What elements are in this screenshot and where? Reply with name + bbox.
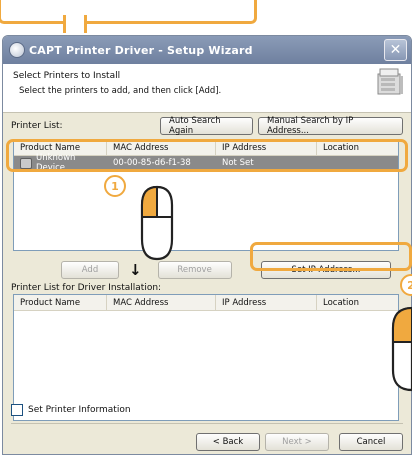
manual-search-button[interactable]: Manual Search by IP Address... [258,116,403,136]
cancel-button[interactable]: Cancel [339,433,403,451]
footer-divider [11,423,403,424]
printer-row-highlight [6,139,408,172]
step-1-badge: 1 [104,175,126,197]
add-button[interactable]: Add [61,261,119,279]
mouse-left-click-icon [391,306,412,392]
wizard-header: Select Printers to Install Select the pr… [3,64,411,113]
callout-box [0,0,257,24]
remove-button[interactable]: Remove [157,261,232,279]
install-list[interactable]: Product Name MAC Address IP Address Loca… [13,294,399,421]
page-subheading: Select the printers to add, and then cli… [19,86,222,96]
close-icon: ✕ [389,42,402,58]
auto-search-button[interactable]: Auto Search Again [160,116,253,136]
back-button[interactable]: < Back [196,433,260,451]
set-ip-highlight [250,242,412,271]
printer-graphic-icon [377,68,403,95]
install-list-label-row: Printer List for Driver Installation: [11,283,403,293]
set-info-row: Set Printer Information [11,404,403,416]
mouse-left-click-icon [140,185,174,261]
arrow-down-icon: ↓ [129,261,142,279]
callout-stem [63,15,87,33]
page-heading: Select Printers to Install [13,71,121,81]
install-list-header: Product Name MAC Address IP Address Loca… [14,295,398,311]
set-info-checkbox[interactable] [11,404,23,416]
column-header[interactable]: Product Name [14,295,107,310]
close-button[interactable]: ✕ [384,39,407,61]
title-bar: CAPT Printer Driver - Setup Wizard ✕ [3,36,411,64]
column-header[interactable]: MAC Address [107,295,216,310]
install-list-label: Printer List for Driver Installation: [11,283,162,293]
wizard-footer: < Back Next > Cancel [11,433,403,451]
window-title: CAPT Printer Driver - Setup Wizard [29,43,253,57]
column-header[interactable]: Location [317,295,398,310]
app-icon [9,42,25,58]
printer-list-toolbar: Printer List: Auto Search Again Manual S… [11,116,403,136]
printer-list-label: Printer List: [11,121,63,131]
callout-frame [0,0,412,33]
column-header[interactable]: IP Address [216,295,317,310]
set-info-label: Set Printer Information [28,405,131,415]
next-button[interactable]: Next > [265,433,329,451]
